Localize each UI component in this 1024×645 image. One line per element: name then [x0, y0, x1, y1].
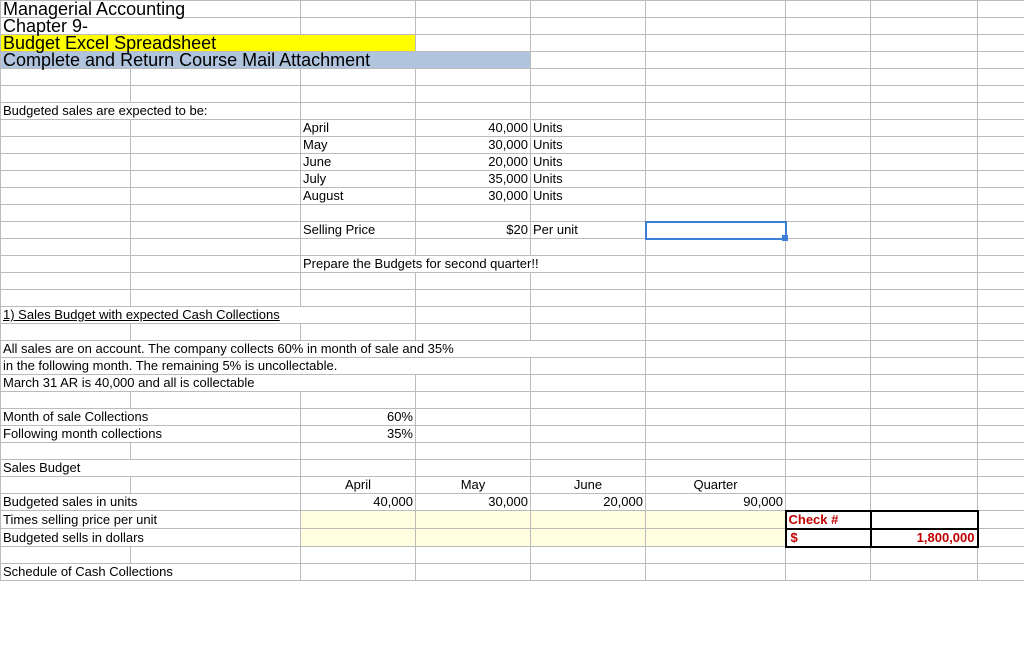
times-may-input[interactable]: [416, 511, 531, 529]
times-june-input[interactable]: [531, 511, 646, 529]
month-july: July: [301, 171, 416, 188]
sales-budget-heading: Sales Budget: [1, 460, 301, 477]
may-value: 30,000: [416, 137, 531, 154]
selected-cell[interactable]: [646, 222, 786, 239]
month-may: May: [301, 137, 416, 154]
april-value: 40,000: [416, 120, 531, 137]
section1-note2: in the following month. The remaining 5%…: [1, 358, 531, 375]
june-unit: Units: [531, 154, 646, 171]
check-label: Check #: [786, 511, 871, 529]
section1-note1: All sales are on account. The company co…: [1, 341, 646, 358]
june-value: 20,000: [416, 154, 531, 171]
month-august: August: [301, 188, 416, 205]
chapter-label: Chapter 9-: [1, 18, 301, 35]
check-currency: $: [786, 529, 871, 547]
col-may: May: [416, 477, 531, 494]
units-may: 30,000: [416, 494, 531, 511]
month-of-sale-label: Month of sale Collections: [1, 409, 301, 426]
units-april: 40,000: [301, 494, 416, 511]
month-june: June: [301, 154, 416, 171]
units-june: 20,000: [531, 494, 646, 511]
col-quarter: Quarter: [646, 477, 786, 494]
schedule-label: Schedule of Cash Collections: [1, 564, 301, 581]
dollars-june-input[interactable]: [531, 529, 646, 547]
row-times-label: Times selling price per unit: [1, 511, 301, 529]
may-unit: Units: [531, 137, 646, 154]
dollars-april-input[interactable]: [301, 529, 416, 547]
section1-heading: 1) Sales Budget with expected Cash Colle…: [1, 307, 416, 324]
col-april: April: [301, 477, 416, 494]
spreadsheet-grid[interactable]: Managerial Accounting Chapter 9- Budget …: [0, 0, 1024, 581]
august-value: 30,000: [416, 188, 531, 205]
july-unit: Units: [531, 171, 646, 188]
july-value: 35,000: [416, 171, 531, 188]
prepare-label: Prepare the Budgets for second quarter!!: [301, 256, 646, 273]
selling-price-value: $20: [416, 222, 531, 239]
section1-note3: March 31 AR is 40,000 and all is collect…: [1, 375, 416, 392]
dollars-quarter-input[interactable]: [646, 529, 786, 547]
subtitle: Budget Excel Spreadsheet: [1, 35, 416, 52]
check-value: 1,800,000: [871, 529, 978, 547]
row-units-label: Budgeted sales in units: [1, 494, 301, 511]
times-april-input[interactable]: [301, 511, 416, 529]
page-title: Managerial Accounting: [1, 1, 301, 18]
col-june: June: [531, 477, 646, 494]
following-month-label: Following month collections: [1, 426, 301, 443]
units-quarter: 90,000: [646, 494, 786, 511]
month-april: April: [301, 120, 416, 137]
times-quarter-input[interactable]: [646, 511, 786, 529]
selling-price-unit: Per unit: [531, 222, 646, 239]
instruction: Complete and Return Course Mail Attachme…: [1, 52, 531, 69]
april-unit: Units: [531, 120, 646, 137]
august-unit: Units: [531, 188, 646, 205]
dollars-may-input[interactable]: [416, 529, 531, 547]
following-month-pct: 35%: [301, 426, 416, 443]
row-dollars-label: Budgeted sells in dollars: [1, 529, 301, 547]
sales-expected-label: Budgeted sales are expected to be:: [1, 103, 301, 120]
month-of-sale-pct: 60%: [301, 409, 416, 426]
selling-price-label: Selling Price: [301, 222, 416, 239]
